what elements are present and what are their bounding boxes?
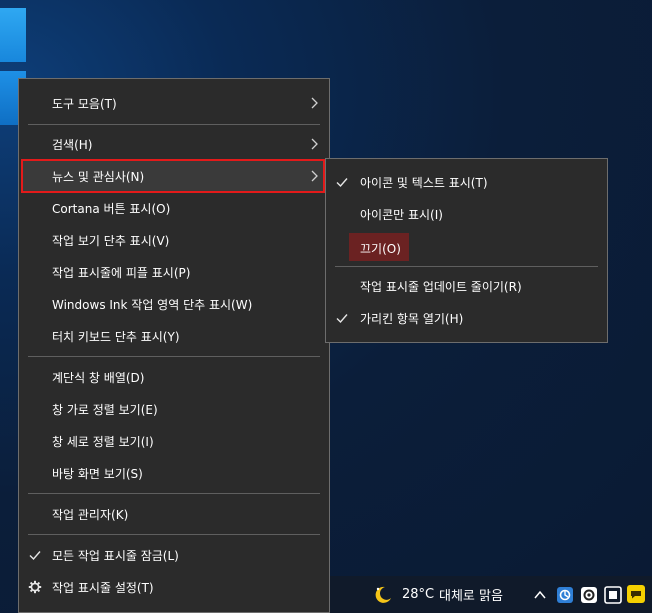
windows-logo-pane-top	[0, 8, 26, 62]
menu-item-windows-ink[interactable]: Windows Ink 작업 영역 단추 표시(W)	[19, 288, 329, 320]
checkmark-icon	[336, 178, 348, 188]
taskbar-context-menu: 도구 모음(T) 검색(H) 뉴스 및 관심사(N) Cortana 버튼 표시…	[18, 78, 330, 613]
menu-separator	[28, 356, 320, 357]
menu-item-touch-keyboard[interactable]: 터치 키보드 단추 표시(Y)	[19, 320, 329, 352]
menu-item-task-view[interactable]: 작업 보기 단추 표시(V)	[19, 224, 329, 256]
menu-item-search[interactable]: 검색(H)	[19, 128, 329, 160]
submenu-item-open-on-hover[interactable]: 가리킨 항목 열기(H)	[326, 302, 607, 334]
menu-item-news-and-interests[interactable]: 뉴스 및 관심사(N)	[19, 160, 329, 192]
menu-item-cortana[interactable]: Cortana 버튼 표시(O)	[19, 192, 329, 224]
menu-item-show-desktop[interactable]: 바탕 화면 보기(S)	[19, 457, 329, 489]
submenu-item-icon-only[interactable]: 아이콘만 표시(I)	[326, 198, 607, 230]
chevron-right-icon	[311, 138, 318, 150]
menu-item-stacked[interactable]: 창 가로 정렬 보기(E)	[19, 393, 329, 425]
menu-separator	[28, 534, 320, 535]
gear-icon	[28, 580, 42, 594]
chevron-right-icon	[311, 170, 318, 182]
menu-item-toolbars[interactable]: 도구 모음(T)	[19, 87, 329, 119]
menu-separator	[28, 124, 320, 125]
menu-separator	[28, 493, 320, 494]
menu-item-taskbar-settings[interactable]: 작업 표시줄 설정(T)	[19, 571, 329, 603]
checkmark-icon	[29, 551, 41, 561]
chat-icon[interactable]	[626, 584, 646, 604]
menu-item-task-manager[interactable]: 작업 관리자(K)	[19, 498, 329, 530]
submenu-item-turn-off[interactable]: 끄기(O)	[349, 233, 409, 261]
network-icon[interactable]	[556, 576, 574, 613]
gallery-icon[interactable]	[604, 576, 622, 613]
menu-item-cascade[interactable]: 계단식 창 배열(D)	[19, 361, 329, 393]
menu-item-lock-taskbar[interactable]: 모든 작업 표시줄 잠금(L)	[19, 539, 329, 571]
chevron-up-icon[interactable]	[533, 576, 547, 613]
menu-item-side-by-side[interactable]: 창 세로 정렬 보기(I)	[19, 425, 329, 457]
checkmark-icon	[336, 314, 348, 324]
menu-separator	[335, 266, 598, 267]
taskbar: 28°C 대체로 맑음	[330, 576, 652, 613]
weather-condition[interactable]: 대체로 맑음	[439, 576, 503, 613]
record-icon[interactable]	[580, 576, 598, 613]
submenu-item-reduce-updates[interactable]: 작업 표시줄 업데이트 줄이기(R)	[326, 270, 607, 302]
news-interests-submenu: 아이콘 및 텍스트 표시(T) 아이콘만 표시(I) 끄기(O) 작업 표시줄 …	[325, 158, 608, 343]
submenu-item-icon-and-text[interactable]: 아이콘 및 텍스트 표시(T)	[326, 166, 607, 198]
chevron-right-icon	[311, 97, 318, 109]
menu-item-people[interactable]: 작업 표시줄에 피플 표시(P)	[19, 256, 329, 288]
weather-moon-icon[interactable]	[372, 576, 394, 613]
weather-temperature[interactable]: 28°C	[402, 576, 434, 613]
